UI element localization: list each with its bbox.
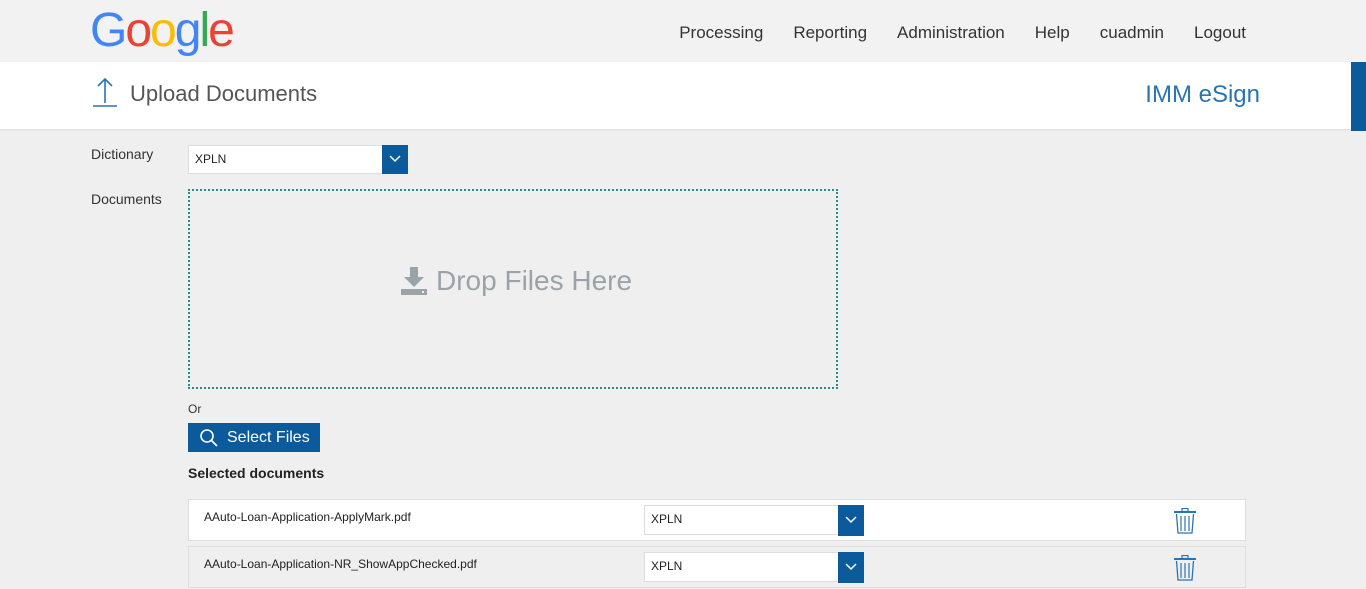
upload-arrow-icon [93,77,117,107]
search-icon [200,428,218,447]
main-nav: Processing Reporting Administration Help… [649,0,1246,66]
selected-document-row: AAuto-Loan-Application-NR_ShowAppChecked… [188,546,1246,588]
nav-processing[interactable]: Processing [679,23,763,43]
select-files-button[interactable]: Select Files [188,423,320,452]
dropzone-text: Drop Files Here [436,265,633,296]
chevron-down-icon [845,516,857,524]
or-text: Or [188,402,202,416]
dictionary-dropdown-button[interactable] [382,145,408,174]
document-filename: AAuto-Loan-Application-NR_ShowAppChecked… [204,557,477,571]
nav-administration[interactable]: Administration [897,23,1005,43]
nav-reporting[interactable]: Reporting [793,23,867,43]
logo-letter-4: g [174,4,202,57]
nav-help[interactable]: Help [1035,23,1070,43]
download-icon [401,267,427,295]
dropzone-content: Drop Files Here [400,265,632,297]
logo-letter-5: l [199,4,210,57]
document-dictionary-value: XPLN [651,559,683,573]
nav-user-cuadmin[interactable]: cuadmin [1100,23,1164,43]
chevron-down-icon [845,563,857,571]
brand-name: IMM eSign [1145,81,1260,108]
dictionary-value: XPLN [195,152,227,166]
logo-letter-1: G [90,4,127,57]
title-bar: Upload Documents IMM eSign [0,62,1366,129]
document-dictionary-value: XPLN [651,512,683,526]
document-dictionary-select[interactable]: XPLN [644,505,864,536]
logo-letter-2: o [125,4,152,57]
trash-icon[interactable] [1173,508,1197,534]
selected-documents-title: Selected documents [188,465,325,481]
page-title: Upload Documents [130,81,318,106]
dictionary-select[interactable]: XPLN [188,145,408,174]
document-dictionary-select[interactable]: XPLN [644,552,864,583]
selected-document-row: AAuto-Loan-Application-ApplyMark.pdf XPL… [188,499,1246,541]
document-filename: AAuto-Loan-Application-ApplyMark.pdf [204,510,411,524]
document-dictionary-dropdown-button[interactable] [838,505,864,536]
right-accent-bar [1351,62,1366,131]
chevron-down-icon [389,155,401,163]
nav-logout[interactable]: Logout [1194,23,1246,43]
google-logo[interactable]: Google [90,4,235,57]
file-dropzone[interactable]: Drop Files Here [188,189,838,389]
logo-letter-3: o [150,4,177,57]
documents-label: Documents [91,191,162,207]
top-bar: Google Processing Reporting Administrati… [0,0,1366,62]
dictionary-label: Dictionary [91,146,154,162]
select-files-label: Select Files [227,428,310,446]
logo-letter-6: e [208,4,235,57]
document-dictionary-dropdown-button[interactable] [838,552,864,583]
trash-icon[interactable] [1173,555,1197,581]
